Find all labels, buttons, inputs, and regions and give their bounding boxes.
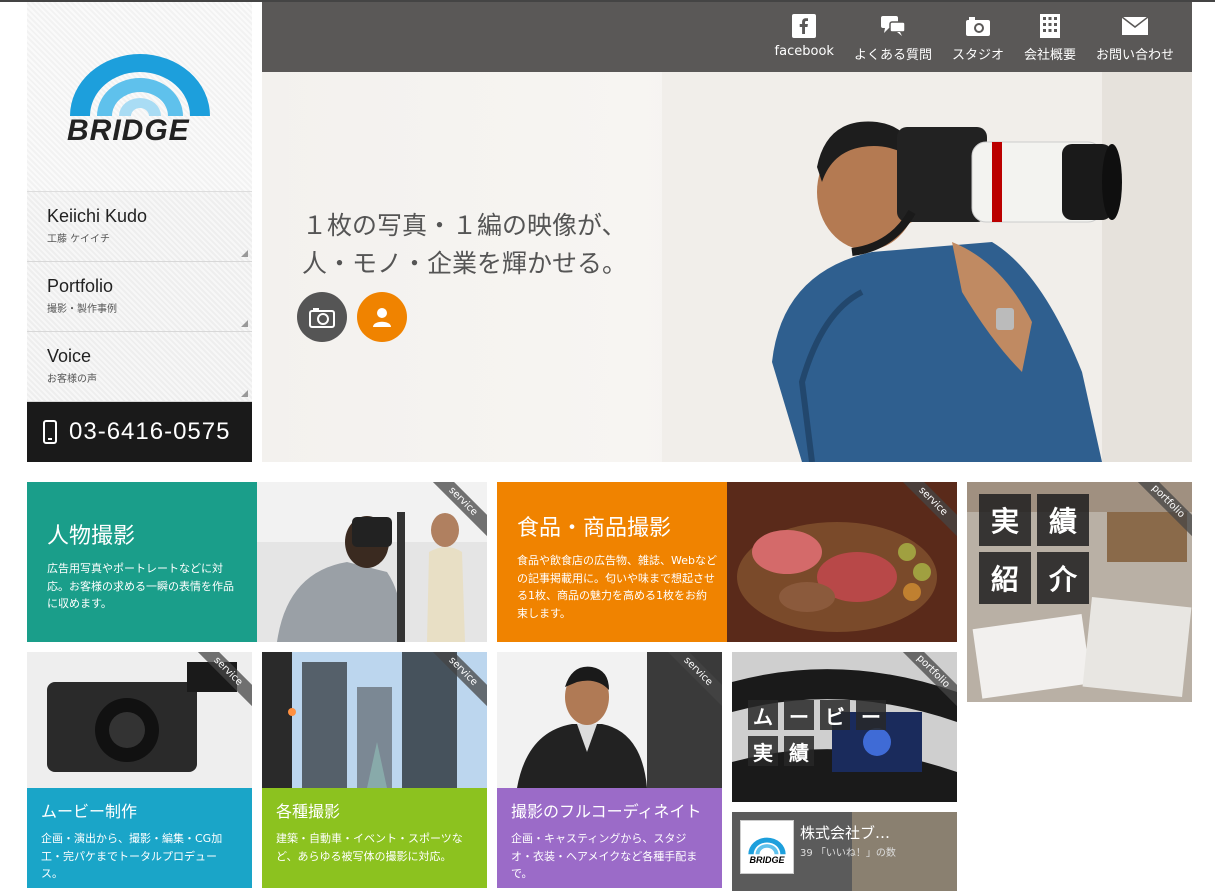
tile-coordinate-panel: 撮影のフルコーディネイト 企画・キャスティングから、スタジオ・衣装・ヘアメイクな… bbox=[497, 788, 722, 888]
works-char: 介 bbox=[1037, 552, 1089, 604]
tile-works[interactable]: 実 績 紹 介 portfolio bbox=[967, 482, 1192, 702]
facebook-page-avatar: BRIDGE bbox=[740, 820, 794, 874]
sidebar-item-title: Portfolio bbox=[47, 276, 114, 296]
tile-body: 建築・自動車・イベント・スポーツなど、あらゆる被写体の撮影に対応。 bbox=[276, 832, 463, 863]
sidebar-item-sub: 工藤 ケイイチ bbox=[47, 234, 110, 245]
logo-text: BRIDGE bbox=[67, 114, 190, 147]
corner-arrow-icon bbox=[241, 250, 248, 257]
works-char: 実 bbox=[979, 494, 1031, 546]
sidebar-item-voice[interactable]: Voice お客様の声 bbox=[27, 332, 252, 402]
camera-icon bbox=[309, 308, 335, 328]
nav-contact[interactable]: お問い合わせ bbox=[1096, 12, 1174, 63]
tile-body: 企画・演出から、撮影・編集・CG加工・完パケまでトータルプロデュース。 bbox=[41, 832, 223, 881]
nav-studio[interactable]: スタジオ bbox=[952, 12, 1004, 63]
facebook-icon bbox=[792, 12, 817, 40]
facebook-page-name[interactable]: 株式会社ブ… bbox=[800, 822, 890, 843]
chat-bubble-icon bbox=[880, 12, 906, 40]
tile-title: 撮影のフルコーディネイト bbox=[511, 802, 702, 821]
hero-line-2: 人・モノ・企業を輝かせる。 bbox=[302, 248, 628, 278]
tile-body: 広告用写真やポートレートなどに対応。お客様の求める一瞬の表情を作品に収めます。 bbox=[47, 562, 234, 611]
tile-various[interactable]: 各種撮影 建築・自動車・イベント・スポーツなど、あらゆる被写体の撮影に対応。 s… bbox=[262, 652, 487, 888]
sidebar-item-title: Keiichi Kudo bbox=[47, 206, 148, 226]
bridge-arch-icon bbox=[748, 837, 786, 855]
movie-works-char: ビ bbox=[820, 700, 850, 730]
logo[interactable]: BRIDGE bbox=[27, 2, 252, 192]
tile-various-panel: 各種撮影 建築・自動車・イベント・スポーツなど、あらゆる被写体の撮影に対応。 bbox=[262, 788, 487, 888]
tile-portrait-text: 人物撮影 広告用写真やポートレートなどに対応。お客様の求める一瞬の表情を作品に収… bbox=[47, 518, 237, 613]
movie-works-char: 実 bbox=[748, 736, 778, 766]
food-photo bbox=[727, 482, 957, 642]
portrait-photo bbox=[257, 482, 487, 642]
tile-coordinate[interactable]: 撮影のフルコーディネイト 企画・キャスティングから、スタジオ・衣装・ヘアメイクな… bbox=[497, 652, 722, 888]
smartphone-icon bbox=[43, 420, 57, 444]
sidebar-item-sub: お客様の声 bbox=[47, 374, 97, 385]
header-nav: facebook よくある質問 スタジオ 会社概要 お問い合わせ bbox=[775, 12, 1174, 63]
movie-works-char: ム bbox=[748, 700, 778, 730]
mail-icon bbox=[1121, 12, 1149, 40]
tile-movie[interactable]: ムービー制作 企画・演出から、撮影・編集・CG加工・完パケまでトータルプロデュー… bbox=[27, 652, 252, 888]
hero-banner: １枚の写真・１編の映像が、 人・モノ・企業を輝かせる。 bbox=[262, 72, 1192, 462]
nav-company[interactable]: 会社概要 bbox=[1024, 12, 1076, 63]
camera-icon bbox=[965, 12, 991, 40]
movie-works-char: ー bbox=[856, 700, 886, 730]
hero-line-1: １枚の写真・１編の映像が、 bbox=[302, 211, 627, 240]
tile-body: 食品や飲食店の広告物、雑誌、Webなどの記事掲載用に。匂いや味まで想起させる1枚… bbox=[517, 554, 717, 620]
tile-body: 企画・キャスティングから、スタジオ・衣装・ヘアメイクなど各種手配まで。 bbox=[511, 832, 698, 881]
tile-portrait[interactable]: 人物撮影 広告用写真やポートレートなどに対応。お客様の求める一瞬の表情を作品に収… bbox=[27, 482, 487, 642]
sidebar-item-profile[interactable]: Keiichi Kudo 工藤 ケイイチ bbox=[27, 192, 252, 262]
nav-label: 会社概要 bbox=[1023, 48, 1076, 63]
photographer-image bbox=[662, 72, 1192, 462]
avatar-logo-text: BRIDGE bbox=[749, 855, 785, 865]
hero-camera-button[interactable] bbox=[297, 292, 347, 342]
tile-title: ムービー制作 bbox=[41, 802, 138, 821]
tile-title: 食品・商品撮影 bbox=[517, 516, 672, 541]
phone-text: 03-6416-0575 bbox=[69, 418, 231, 445]
works-char: 紹 bbox=[979, 552, 1031, 604]
nav-label: facebook bbox=[774, 44, 834, 59]
works-char: 績 bbox=[1037, 494, 1089, 546]
sidebar-item-title: Voice bbox=[47, 346, 92, 366]
nav-label: お問い合わせ bbox=[1095, 48, 1174, 63]
hero-copy: １枚の写真・１編の映像が、 人・モノ・企業を輝かせる。 bbox=[302, 207, 627, 282]
facebook-like-count: 39 「いいね！」の数 bbox=[800, 848, 896, 859]
nav-faq[interactable]: よくある質問 bbox=[854, 12, 932, 63]
tile-food-text: 食品・商品撮影 食品や飲食店の広告物、雑誌、Webなどの記事掲載用に。匂いや味ま… bbox=[517, 510, 717, 622]
page: BRIDGE Keiichi Kudo 工藤 ケイイチ Portfolio 撮影… bbox=[0, 0, 1215, 891]
movie-works-char: 績 bbox=[784, 736, 814, 766]
tile-movie-works[interactable]: ム ー ビ ー 実 績 portfolio bbox=[732, 652, 957, 802]
corner-arrow-icon bbox=[241, 320, 248, 327]
building-icon bbox=[1039, 12, 1061, 40]
corner-arrow-icon bbox=[241, 390, 248, 397]
sidebar-item-portfolio[interactable]: Portfolio 撮影・製作事例 bbox=[27, 262, 252, 332]
phone-number[interactable]: 03-6416-0575 bbox=[27, 402, 252, 462]
movie-works-char: ー bbox=[784, 700, 814, 730]
sidebar-item-sub: 撮影・製作事例 bbox=[47, 304, 117, 315]
tile-title: 各種撮影 bbox=[276, 802, 341, 821]
person-icon bbox=[373, 308, 391, 327]
hero-profile-button[interactable] bbox=[357, 292, 407, 342]
facebook-page-widget[interactable]: BRIDGE 株式会社ブ… 39 「いいね！」の数 bbox=[732, 812, 957, 891]
tile-movie-panel: ムービー制作 企画・演出から、撮影・編集・CG加工・完パケまでトータルプロデュー… bbox=[27, 788, 252, 888]
sidebar: BRIDGE Keiichi Kudo 工藤 ケイイチ Portfolio 撮影… bbox=[27, 2, 252, 462]
nav-label: よくある質問 bbox=[853, 48, 932, 63]
tile-food[interactable]: 食品・商品撮影 食品や飲食店の広告物、雑誌、Webなどの記事掲載用に。匂いや味ま… bbox=[497, 482, 957, 642]
header-bar: facebook よくある質問 スタジオ 会社概要 お問い合わせ bbox=[262, 2, 1192, 72]
nav-facebook[interactable]: facebook bbox=[775, 12, 834, 63]
tile-title: 人物撮影 bbox=[47, 524, 136, 549]
nav-label: スタジオ bbox=[951, 48, 1004, 63]
